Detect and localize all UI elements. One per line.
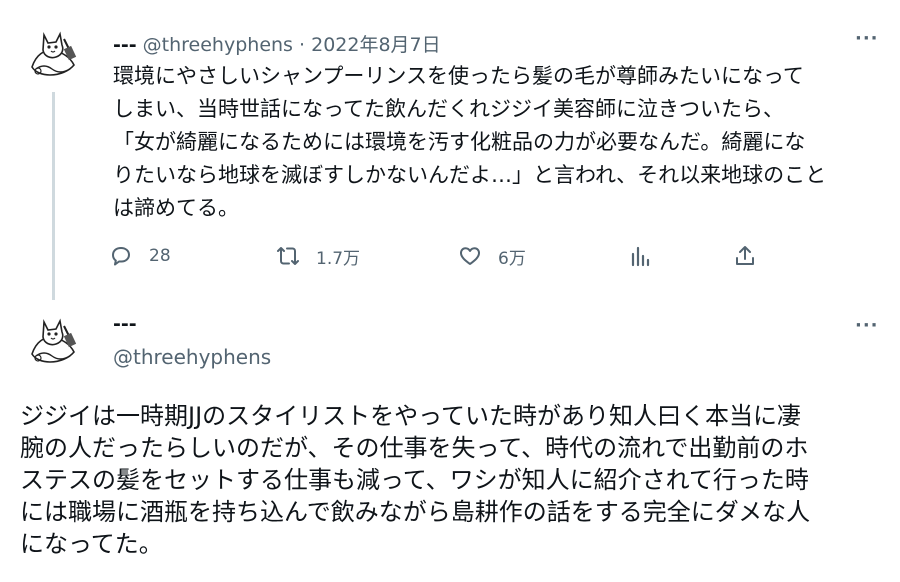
avatar[interactable] [22, 312, 82, 372]
tweet-text-line: ステスの髪をセットする仕事も減って、ワシが知人に紹介されて行った時 [20, 466, 809, 494]
tweet-text-line: は諦めてる。 [113, 196, 239, 220]
reply-button[interactable]: 28 [109, 236, 171, 276]
tweet-text-line: りたいなら地球を滅ぼすしかないんだよ…」と言われ、それ以来地球のこと [113, 163, 827, 187]
tweet-text-line: 環境にやさしいシャンプーリンスを使ったら髪の毛が尊師みたいになって [113, 64, 804, 88]
tweet-header: --- @threehyphens · 2022年8月7日 [113, 30, 441, 57]
retweet-count: 1.7万 [316, 248, 361, 269]
retweet-icon [277, 247, 299, 265]
thread-line [52, 92, 55, 300]
display-name[interactable]: --- [113, 313, 137, 335]
display-name[interactable]: --- [113, 34, 137, 56]
tweet-text-line: 「女が綺麗になるためには環境を汚す化粧品の力が必要なんだ。綺麗にな [113, 130, 806, 154]
avatar[interactable] [22, 25, 82, 85]
tweet-text-line: 腕の人だったらしいのだが、その仕事を失って、時代の流れで出勤前のホ [20, 434, 809, 462]
like-count: 6万 [498, 248, 526, 269]
separator-dot: · [299, 34, 306, 56]
heart-icon [460, 247, 480, 265]
reply-icon [112, 247, 130, 266]
tweet-text: ジジイは一時期JJのスタイリストをやっていた時があり知人曰く本当に凄 腕の人だっ… [20, 400, 890, 560]
tweet-text-line: になってた。 [20, 530, 163, 558]
more-options-button[interactable]: ··· [855, 315, 879, 336]
handle[interactable]: @threehyphens [143, 34, 293, 56]
bar-chart-icon [631, 246, 650, 267]
action-bar: 28 1.7万 6万 [109, 236, 789, 276]
cat-illustration-icon [22, 312, 82, 372]
handle[interactable]: @threehyphens [113, 345, 271, 369]
tweet-text-line: ジジイは一時期JJのスタイリストをやっていた時があり知人曰く本当に凄 [20, 402, 801, 430]
tweet-1: --- @threehyphens · 2022年8月7日 ··· 環境にやさしい… [0, 0, 900, 300]
share-button[interactable] [733, 236, 757, 276]
retweet-button[interactable]: 1.7万 [276, 236, 360, 276]
tweet-text-line: には職場に酒瓶を持ち込んで飲みながら島耕作の話をする完全にダメな人 [20, 498, 811, 526]
share-icon [736, 246, 754, 265]
tweet-date[interactable]: 2022年8月7日 [311, 34, 441, 56]
cat-illustration-icon [22, 25, 82, 85]
analytics-button[interactable] [629, 236, 653, 276]
like-button[interactable]: 6万 [458, 236, 526, 276]
tweet-text: 環境にやさしいシャンプーリンスを使ったら髪の毛が尊師みたいになって しまい、当時… [113, 60, 888, 225]
reply-count: 28 [149, 246, 171, 266]
tweet-text-line: しまい、当時世話になってた飲んだくれジジイ美容師に泣きついたら、 [113, 97, 784, 121]
more-options-button[interactable]: ··· [855, 28, 879, 49]
